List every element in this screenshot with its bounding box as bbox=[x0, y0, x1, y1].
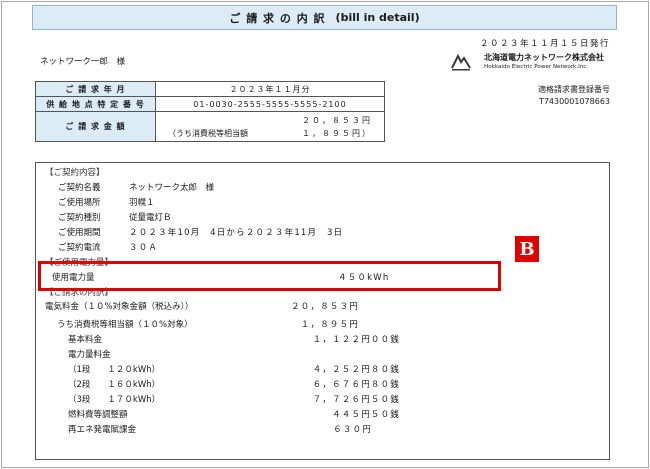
company-name-en: Hokkaido Electric Power Network,Inc. bbox=[484, 64, 589, 70]
contract-label: ご契約名義 bbox=[58, 183, 101, 193]
company-name-jp: 北海道電力ネットワーク株式会社 bbox=[484, 53, 604, 62]
registration-label: 適格請求書登録番号 bbox=[538, 85, 610, 94]
year-month-value: ２０２３年１１月分 bbox=[155, 81, 385, 97]
registration-number: T7430001078663 bbox=[538, 97, 610, 106]
breakdown-label: 再エネ発電賦課金 bbox=[68, 425, 137, 435]
breakdown-value: ４４５円５０銭 bbox=[332, 410, 400, 420]
company-block: 北海道電力ネットワーク株式会社 Hokkaido Electric Power … bbox=[450, 51, 630, 75]
table-row: ご 請 求 金 額 ２０，８５３円 （うち消費税等相当額 １，８９５円） bbox=[35, 111, 385, 142]
contract-value: ネットワーク太郎 様 bbox=[129, 183, 215, 193]
tax-value: １，８９５円） bbox=[302, 129, 372, 138]
breakdown-value: ６３０円 bbox=[333, 425, 372, 435]
supply-point-label: 供 給 地 点 特 定 番 号 bbox=[35, 96, 156, 112]
contract-value: 羽幌１ bbox=[129, 198, 155, 208]
breakdown-value: ４，２５２円８０銭 bbox=[312, 365, 400, 375]
amount-cell: ２０，８５３円 （うち消費税等相当額 １，８９５円） bbox=[155, 111, 385, 142]
contract-label: ご契約種別 bbox=[58, 213, 101, 223]
title-jp: ご 請 求 の 内 訳 bbox=[229, 11, 326, 25]
table-row: ご 請 求 年 月 ２０２３年１１月分 bbox=[35, 81, 385, 97]
contract-label: ご使用場所 bbox=[58, 198, 101, 208]
breakdown-label: 電力量料金 bbox=[68, 350, 111, 360]
addressee: ネットワーク一郎 様 bbox=[40, 57, 126, 67]
page-title: ご 請 求 の 内 訳 (bill in detail) bbox=[32, 5, 617, 30]
breakdown-value: ２０，８５３円 bbox=[291, 302, 359, 312]
contract-section-title: 【ご契約内容】 bbox=[45, 168, 105, 178]
contract-value: ２０２３年10月 4日から２０２３年11月 3日 bbox=[129, 228, 344, 238]
billing-summary-table: ご 請 求 年 月 ２０２３年１１月分 供 給 地 点 特 定 番 号 01-0… bbox=[35, 81, 385, 142]
breakdown-label: 電気料金（１０%対象金額（税込み）） bbox=[45, 302, 194, 312]
amount-label: ご 請 求 金 額 bbox=[35, 111, 156, 142]
breakdown-label: （1段 １２０kWh） bbox=[68, 365, 161, 375]
contract-label: ご使用期間 bbox=[58, 228, 101, 238]
breakdown-value: １，１２２円００銭 bbox=[312, 335, 400, 345]
amount-total: ２０，８５３円 bbox=[302, 116, 372, 125]
breakdown-label: 燃料費等調整額 bbox=[68, 410, 128, 420]
breakdown-label: うち消費税等相当額（１０%対象） bbox=[57, 320, 193, 330]
breakdown-value: １，８９５円 bbox=[300, 320, 359, 330]
table-row: 供 給 地 点 特 定 番 号 01-0030-2555-5555-5555-2… bbox=[35, 96, 385, 112]
breakdown-label: 基本料金 bbox=[68, 335, 103, 345]
breakdown-label: （2段 １６０kWh） bbox=[68, 380, 161, 390]
issue-date: ２０２３年１１月１５日発行 bbox=[479, 39, 610, 49]
tax-label: （うち消費税等相当額 bbox=[168, 129, 248, 138]
usage-highlight-box bbox=[38, 261, 501, 291]
company-logo-icon bbox=[451, 53, 471, 71]
breakdown-value: ６，６７６円８０銭 bbox=[312, 380, 400, 390]
contract-value: ３０Ａ bbox=[129, 243, 159, 253]
supply-point-value: 01-0030-2555-5555-5555-2100 bbox=[155, 96, 385, 112]
breakdown-label: （3段 １７０kWh） bbox=[68, 395, 161, 405]
year-month-label: ご 請 求 年 月 bbox=[35, 81, 156, 97]
contract-label: ご契約電流 bbox=[58, 243, 101, 253]
breakdown-value: ７，７２６円５０銭 bbox=[312, 395, 400, 405]
contract-value: 従量電灯Ｂ bbox=[129, 213, 172, 223]
annotation-marker: B bbox=[515, 236, 539, 262]
title-en: (bill in detail) bbox=[335, 11, 420, 24]
